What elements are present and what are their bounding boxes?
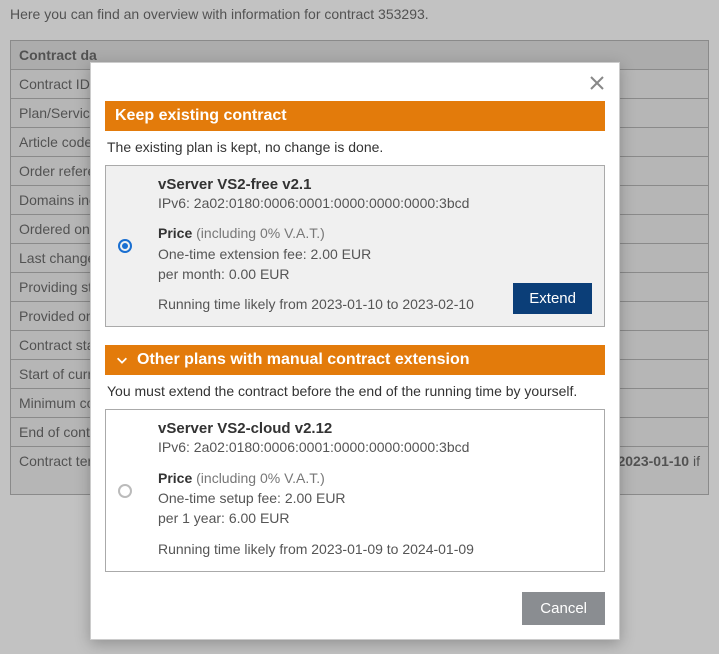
extend-button[interactable]: Extend bbox=[513, 283, 592, 314]
close-icon[interactable] bbox=[585, 71, 609, 95]
plan-fee: One-time extension fee: 2.00 EUR bbox=[158, 244, 592, 264]
radio-selected[interactable] bbox=[118, 239, 132, 253]
section-keep-existing-header: Keep existing contract bbox=[105, 101, 605, 131]
plan-per: per 1 year: 6.00 EUR bbox=[158, 508, 592, 528]
plan-running: Running time likely from 2023-01-09 to 2… bbox=[158, 539, 592, 559]
price-label: Price bbox=[158, 470, 192, 486]
vat-text: (including 0% V.A.T.) bbox=[192, 470, 325, 486]
section-keep-existing-sub: The existing plan is kept, no change is … bbox=[105, 131, 605, 165]
plan-fee: One-time setup fee: 2.00 EUR bbox=[158, 488, 592, 508]
plan-title: vServer VS2-cloud v2.12 bbox=[158, 420, 592, 437]
plan-title: vServer VS2-free v2.1 bbox=[158, 176, 592, 193]
plan-per: per month: 0.00 EUR bbox=[158, 264, 592, 284]
section-other-plans-sub: You must extend the contract before the … bbox=[105, 375, 605, 409]
vat-text: (including 0% V.A.T.) bbox=[192, 225, 325, 241]
plan-option-existing[interactable]: vServer VS2-free v2.1 IPv6: 2a02:0180:00… bbox=[105, 165, 605, 327]
chevron-down-icon bbox=[115, 353, 129, 367]
extend-contract-modal: Keep existing contract The existing plan… bbox=[90, 62, 620, 640]
plan-ipv6: IPv6: 2a02:0180:0006:0001:0000:0000:0000… bbox=[158, 193, 592, 213]
plan-option-cloud[interactable]: vServer VS2-cloud v2.12 IPv6: 2a02:0180:… bbox=[105, 409, 605, 571]
section-keep-existing-title: Keep existing contract bbox=[115, 107, 287, 125]
cancel-button[interactable]: Cancel bbox=[522, 592, 605, 625]
section-other-plans-title: Other plans with manual contract extensi… bbox=[137, 351, 470, 369]
radio-unselected[interactable] bbox=[118, 484, 132, 498]
price-label: Price bbox=[158, 225, 192, 241]
plan-ipv6: IPv6: 2a02:0180:0006:0001:0000:0000:0000… bbox=[158, 437, 592, 457]
section-other-plans-header[interactable]: Other plans with manual contract extensi… bbox=[105, 345, 605, 375]
